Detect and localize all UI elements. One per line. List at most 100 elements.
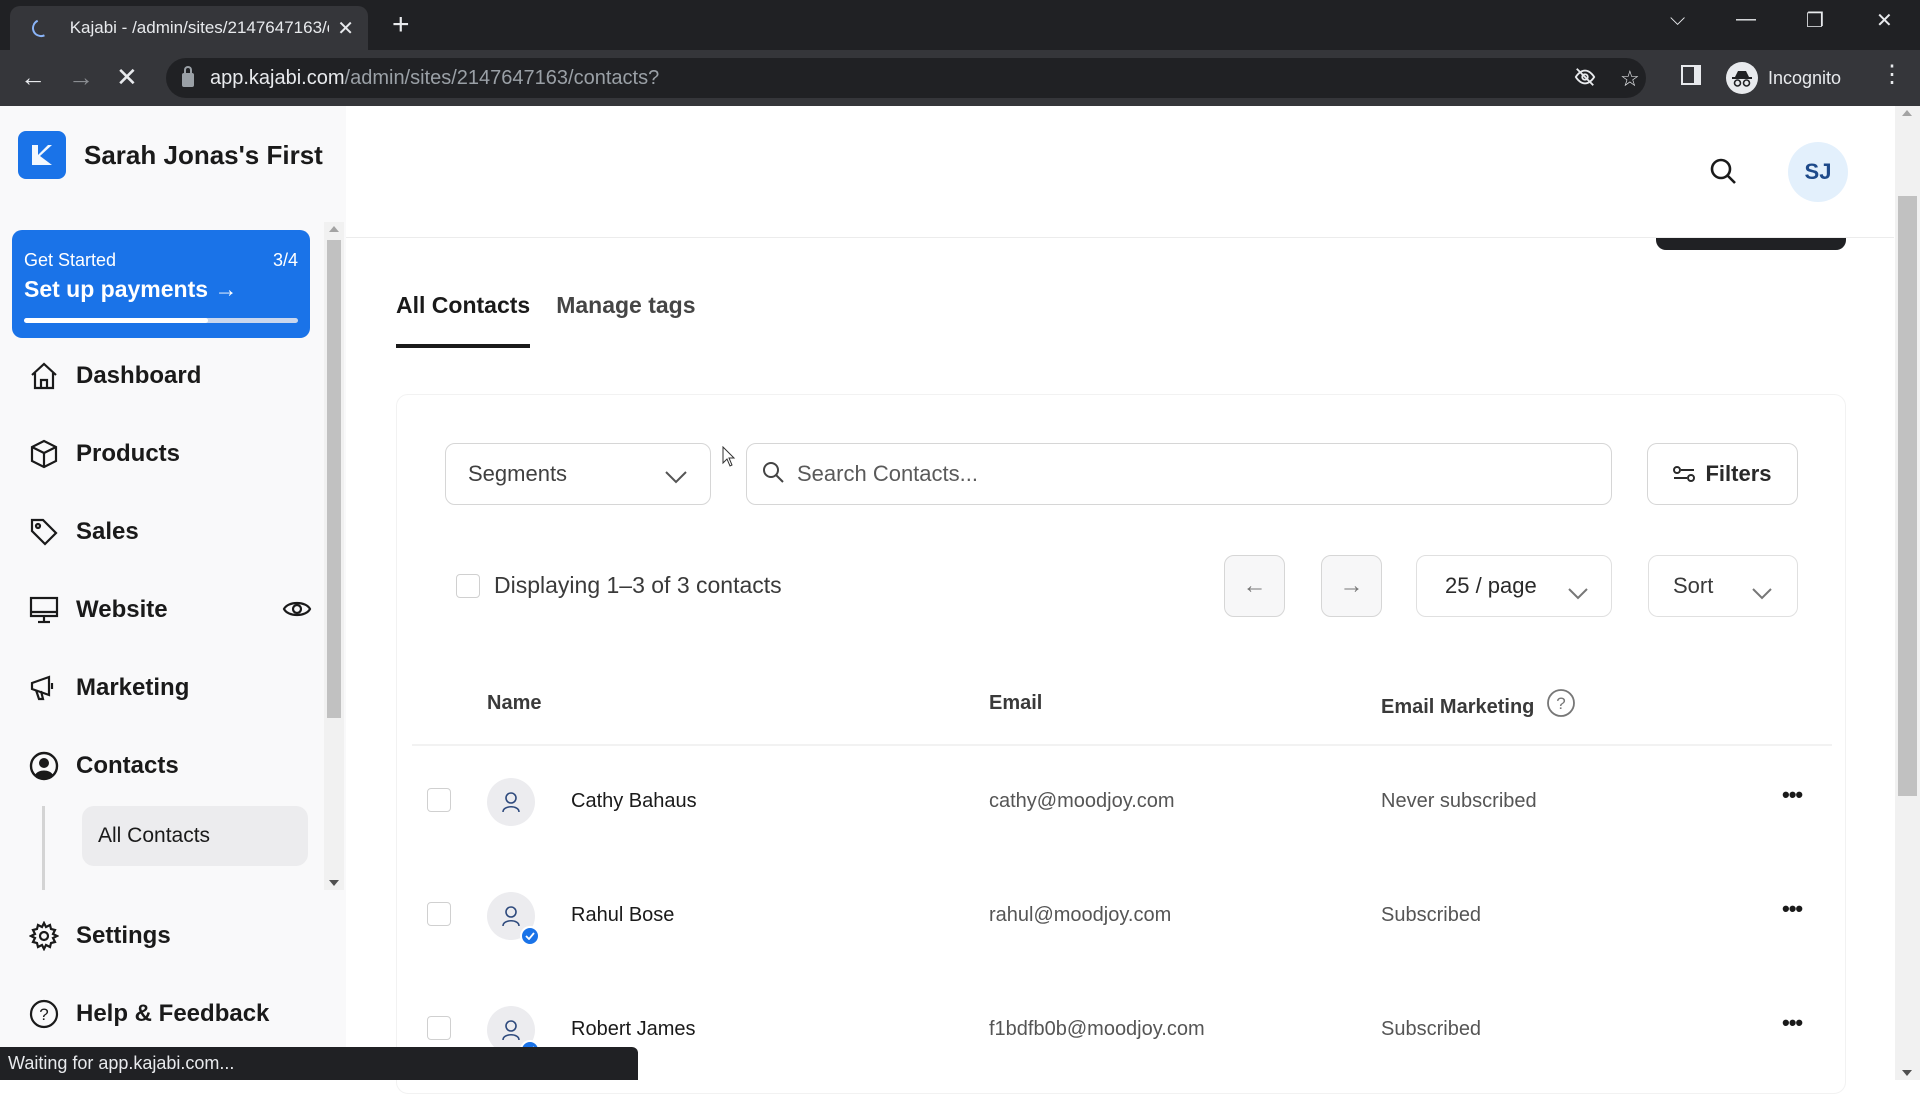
chevron-down-icon <box>1567 580 1589 606</box>
search-contacts-field[interactable] <box>746 443 1612 505</box>
sidebar-item-contacts[interactable]: Contacts <box>28 744 318 788</box>
close-tab-icon[interactable]: ✕ <box>337 16 354 41</box>
mouse-cursor-icon <box>722 445 736 473</box>
chevron-down-icon <box>1751 580 1773 606</box>
preview-eye-icon[interactable] <box>282 596 312 627</box>
previous-page-button[interactable]: ← <box>1224 555 1285 617</box>
restore-button[interactable]: ❐ <box>1806 8 1824 33</box>
get-started-count: 3/4 <box>272 250 298 270</box>
contact-avatar <box>487 778 535 826</box>
next-page-button[interactable]: → <box>1321 555 1382 617</box>
back-button[interactable]: ← <box>20 62 46 92</box>
sidebar-subitem-all-contacts[interactable]: All Contacts <box>82 806 308 866</box>
lock-icon <box>182 66 194 87</box>
contact-name[interactable]: Robert James <box>571 1018 696 1041</box>
home-icon <box>28 360 60 392</box>
help-circle-icon[interactable]: ? <box>1546 688 1576 723</box>
sidebar: Sarah Jonas's First Get Started 3/4 Set … <box>0 106 346 1080</box>
sidebar-item-products[interactable]: Products <box>28 432 318 476</box>
filters-label: Filters <box>1705 461 1772 486</box>
stop-loading-button[interactable]: ✕ <box>116 62 138 92</box>
header-action-button[interactable] <box>1656 238 1846 250</box>
sidebar-scrollbar[interactable] <box>324 222 344 890</box>
eye-off-icon[interactable] <box>1574 66 1596 94</box>
help-circle-icon: ? <box>28 998 60 1030</box>
box-icon <box>28 438 60 470</box>
contact-email: cathy@moodjoy.com <box>989 790 1175 812</box>
display-count-text: Displaying 1–3 of 3 contacts <box>494 572 782 598</box>
search-contacts-input[interactable] <box>797 461 1577 487</box>
browser-tabstrip: Kajabi - /admin/sites/2147647163/contact… <box>0 0 1920 50</box>
table-row[interactable]: Cathy Bahaus cathy@moodjoy.com Never sub… <box>412 744 1832 858</box>
sidebar-item-website[interactable]: Website <box>28 588 318 632</box>
browser-tab[interactable]: Kajabi - /admin/sites/2147647163/contact… <box>10 6 368 50</box>
sidebar-item-settings[interactable]: Settings <box>28 914 318 958</box>
incognito-profile-button[interactable]: Incognito <box>1720 58 1860 98</box>
scroll-up-arrow-icon[interactable] <box>329 226 339 232</box>
user-circle-icon <box>28 750 60 782</box>
row-checkbox[interactable] <box>427 902 451 926</box>
table-row[interactable]: Rahul Bose rahul@moodjoy.com Subscribed … <box>412 858 1832 972</box>
scroll-up-arrow-icon[interactable] <box>1902 110 1912 116</box>
column-header-email-marketing[interactable]: Email Marketing <box>1381 696 1534 719</box>
get-started-title: Set up payments → <box>24 276 238 302</box>
forward-button[interactable]: → <box>68 62 94 92</box>
email-marketing-status: Subscribed <box>1381 1018 1482 1040</box>
filters-button[interactable]: Filters <box>1647 443 1798 505</box>
scroll-down-arrow-icon[interactable] <box>329 880 339 886</box>
tab-title: Kajabi - /admin/sites/2147647163/contact… <box>69 18 330 37</box>
side-panel-icon[interactable] <box>1680 64 1702 92</box>
select-all-checkbox[interactable] <box>456 574 480 598</box>
more-options-icon[interactable]: ••• <box>1782 896 1803 922</box>
contact-email: rahul@moodjoy.com <box>989 904 1172 926</box>
address-bar[interactable]: app.kajabi.com/admin/sites/2147647163/co… <box>166 58 1646 98</box>
page-scrollbar[interactable] <box>1895 106 1920 1080</box>
page-scrollbar-thumb[interactable] <box>1898 196 1917 796</box>
per-page-value: 25 / page <box>1445 573 1537 598</box>
sidebar-item-sales[interactable]: Sales <box>28 510 318 554</box>
column-header-email[interactable]: Email <box>989 692 1042 715</box>
search-icon[interactable] <box>1708 156 1738 191</box>
per-page-select[interactable]: 25 / page <box>1416 555 1612 617</box>
sidebar-item-help-feedback[interactable]: ? Help & Feedback <box>28 992 318 1036</box>
brand[interactable]: Sarah Jonas's First <box>18 131 323 179</box>
sort-select[interactable]: Sort <box>1648 555 1798 617</box>
sidebar-item-dashboard[interactable]: Dashboard <box>28 354 318 398</box>
page-tabs: All Contacts Manage tags <box>396 284 722 348</box>
tab-manage-tags[interactable]: Manage tags <box>556 284 695 348</box>
kajabi-logo-icon <box>18 131 66 179</box>
sliders-icon <box>1673 466 1696 482</box>
svg-text:?: ? <box>1556 694 1565 713</box>
minimize-button[interactable]: — <box>1736 8 1756 31</box>
sidebar-scrollbar-thumb[interactable] <box>327 240 341 718</box>
close-window-button[interactable]: ✕ <box>1876 8 1893 33</box>
segments-dropdown[interactable]: Segments <box>445 443 711 505</box>
browser-menu-icon[interactable]: ⋮ <box>1880 60 1904 89</box>
browser-status-bar: Waiting for app.kajabi.com... <box>0 1047 638 1080</box>
browser-toolbar: ← → ✕ app.kajabi.com/admin/sites/2147647… <box>0 50 1920 106</box>
row-checkbox[interactable] <box>427 1016 451 1040</box>
bookmark-star-icon[interactable]: ☆ <box>1620 66 1640 92</box>
loading-spinner-icon <box>29 16 53 40</box>
user-avatar[interactable]: SJ <box>1788 142 1848 202</box>
arrow-right-icon: → <box>1339 572 1364 599</box>
tab-search-chevron-icon[interactable]: ⌵ <box>1670 8 1685 31</box>
url-host: app.kajabi.com <box>210 66 345 89</box>
row-checkbox[interactable] <box>427 788 451 812</box>
email-marketing-status: Subscribed <box>1381 904 1482 926</box>
column-header-name[interactable]: Name <box>487 692 541 715</box>
site-name: Sarah Jonas's First <box>84 139 323 170</box>
chevron-down-icon <box>664 464 688 490</box>
tab-all-contacts[interactable]: All Contacts <box>396 284 531 348</box>
submenu-guide-line <box>42 806 45 890</box>
new-tab-button[interactable]: + <box>392 10 410 40</box>
contact-name[interactable]: Cathy Bahaus <box>571 790 697 813</box>
scroll-down-arrow-icon[interactable] <box>1902 1070 1912 1076</box>
incognito-label: Incognito <box>1768 67 1842 88</box>
get-started-card[interactable]: Get Started 3/4 Set up payments → <box>12 230 310 338</box>
more-options-icon[interactable]: ••• <box>1782 1010 1803 1036</box>
sidebar-item-marketing[interactable]: Marketing <box>28 666 318 710</box>
more-options-icon[interactable]: ••• <box>1782 782 1803 808</box>
contact-name[interactable]: Rahul Bose <box>571 904 674 927</box>
megaphone-icon <box>28 672 60 704</box>
